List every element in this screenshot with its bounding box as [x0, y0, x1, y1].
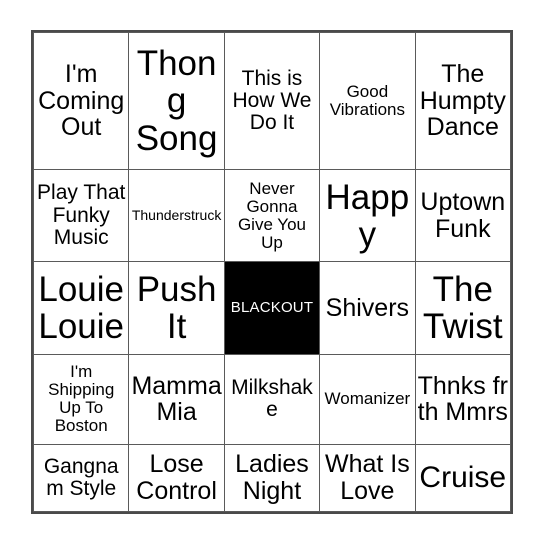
- bingo-cell[interactable]: Gangnam Style: [32, 443, 130, 513]
- bingo-cell[interactable]: The Twist: [414, 261, 512, 355]
- bingo-cell[interactable]: Womanizer: [319, 353, 416, 445]
- bingo-row: Play That Funky Music Thunderstruck Never …: [32, 168, 512, 263]
- bingo-grid: I'm Coming Out Thong Song This is How We D…: [32, 32, 512, 513]
- bingo-cell[interactable]: Shivers: [319, 261, 416, 355]
- free-space-label: BLACKOUT: [225, 262, 319, 354]
- bingo-cell[interactable]: Uptown Funk: [414, 168, 512, 263]
- bingo-free-space-cell[interactable]: BLACKOUT: [223, 261, 321, 355]
- bingo-row: I'm Shipping Up To Boston Mamma Mia Milksh…: [32, 353, 512, 445]
- bingo-cell[interactable]: Never Gonna Give You Up: [223, 168, 321, 263]
- bingo-cell[interactable]: Louie Louie: [32, 261, 130, 355]
- bingo-cell[interactable]: Play That Funky Music: [32, 168, 130, 263]
- bingo-cell[interactable]: I'm Coming Out: [32, 32, 130, 170]
- bingo-cell[interactable]: Thunderstruck: [128, 168, 225, 263]
- bingo-cell[interactable]: Mamma Mia: [128, 353, 225, 445]
- bingo-row: Louie Louie Push It BLACKOUT Shivers The Twi…: [32, 261, 512, 355]
- bingo-cell[interactable]: Happy: [319, 168, 416, 263]
- bingo-row: Gangnam Style Lose Control Ladies Night Wha…: [32, 443, 512, 513]
- bingo-grid-body: I'm Coming Out Thong Song This is How We D…: [32, 32, 512, 513]
- bingo-cell[interactable]: This is How We Do It: [223, 32, 321, 170]
- bingo-cell[interactable]: Cruise: [414, 443, 512, 513]
- bingo-cell[interactable]: Thong Song: [128, 32, 225, 170]
- bingo-cell[interactable]: Push It: [128, 261, 225, 355]
- bingo-cell[interactable]: Lose Control: [128, 443, 225, 513]
- bingo-cell[interactable]: The Humpty Dance: [414, 32, 512, 170]
- bingo-cell[interactable]: Milkshake: [223, 353, 321, 445]
- bingo-row: I'm Coming Out Thong Song This is How We D…: [32, 32, 512, 170]
- bingo-cell[interactable]: Good Vibrations: [319, 32, 416, 170]
- bingo-card: I'm Coming Out Thong Song This is How We D…: [31, 30, 513, 514]
- bingo-cell[interactable]: I'm Shipping Up To Boston: [32, 353, 130, 445]
- bingo-cell[interactable]: Thnks fr th Mmrs: [414, 353, 512, 445]
- bingo-cell[interactable]: Ladies Night: [223, 443, 321, 513]
- bingo-cell[interactable]: What Is Love: [319, 443, 416, 513]
